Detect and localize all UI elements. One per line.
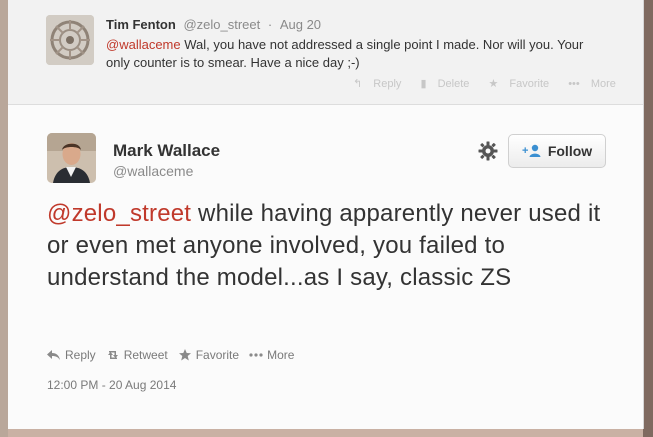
- reply-reply-label: Reply: [373, 78, 402, 90]
- star-icon: ★: [488, 78, 499, 90]
- reply-arrow-icon: [47, 350, 60, 360]
- favorite-action-label: Favorite: [195, 348, 240, 362]
- author-name[interactable]: Mark Wallace: [113, 141, 220, 161]
- retweet-action[interactable]: Retweet: [106, 348, 168, 362]
- reply-avatar[interactable]: [46, 15, 94, 65]
- reply-more-action[interactable]: ••• More: [568, 78, 624, 90]
- tweet-timestamp[interactable]: 12:00 PM - 20 Aug 2014: [47, 378, 176, 392]
- reply-arrow-icon: ↰: [353, 78, 363, 90]
- author-avatar[interactable]: [47, 133, 96, 183]
- reply-favorite-label: Favorite: [509, 78, 550, 90]
- reply-action[interactable]: Reply: [47, 348, 96, 362]
- tweet-card: Tim Fenton @zelo_street · Aug 20 @wallac…: [8, 0, 644, 429]
- mention-link[interactable]: @zelo_street: [47, 200, 191, 227]
- reply-more-label: More: [590, 78, 616, 90]
- reply-tweet-text: @wallaceme Wal, you have not addressed a…: [106, 36, 606, 72]
- reply-delete-label: Delete: [437, 78, 470, 90]
- background-right-edge: [643, 0, 653, 437]
- reply-author-name[interactable]: Tim Fenton: [106, 17, 176, 32]
- favorite-action[interactable]: Favorite: [178, 348, 239, 362]
- tweet-text: @zelo_street while having apparently nev…: [47, 198, 622, 294]
- follow-button[interactable]: + Follow: [508, 134, 606, 168]
- ellipsis-icon: [249, 353, 263, 357]
- reply-delete-action[interactable]: ▮ Delete: [420, 78, 477, 90]
- reply-reply-action[interactable]: ↰ Reply: [353, 78, 409, 90]
- follow-button-label: Follow: [547, 143, 593, 159]
- reply-favorite-action[interactable]: ★ Favorite: [488, 78, 557, 90]
- svg-text:+: +: [522, 145, 528, 157]
- gear-icon[interactable]: [478, 141, 498, 161]
- background-left-edge: [0, 0, 8, 437]
- reply-separator: ·: [267, 17, 273, 32]
- reply-author-handle[interactable]: @zelo_street: [183, 17, 260, 32]
- reply-tweet[interactable]: Tim Fenton @zelo_street · Aug 20 @wallac…: [8, 0, 643, 105]
- follow-person-plus-icon: +: [522, 144, 542, 158]
- ellipsis-icon: •••: [568, 78, 580, 90]
- retweet-icon: [107, 351, 118, 359]
- more-action[interactable]: More: [249, 348, 294, 362]
- reply-header: Tim Fenton @zelo_street · Aug 20: [106, 17, 321, 32]
- star-icon: [178, 349, 191, 361]
- reply-actions: ↰ Reply ▮ Delete ★ Favorite ••• More: [353, 77, 632, 90]
- reply-mention-link[interactable]: @wallaceme: [106, 37, 181, 52]
- more-action-label: More: [267, 348, 295, 362]
- retweet-action-label: Retweet: [123, 348, 168, 362]
- trash-icon: ▮: [420, 78, 427, 90]
- reply-action-label: Reply: [65, 348, 96, 362]
- background-bottom-edge: [8, 429, 643, 437]
- reply-date[interactable]: Aug 20: [280, 17, 321, 32]
- author-handle[interactable]: @wallaceme: [113, 163, 193, 179]
- tweet-actions: Reply Retweet Favorite More: [47, 348, 294, 362]
